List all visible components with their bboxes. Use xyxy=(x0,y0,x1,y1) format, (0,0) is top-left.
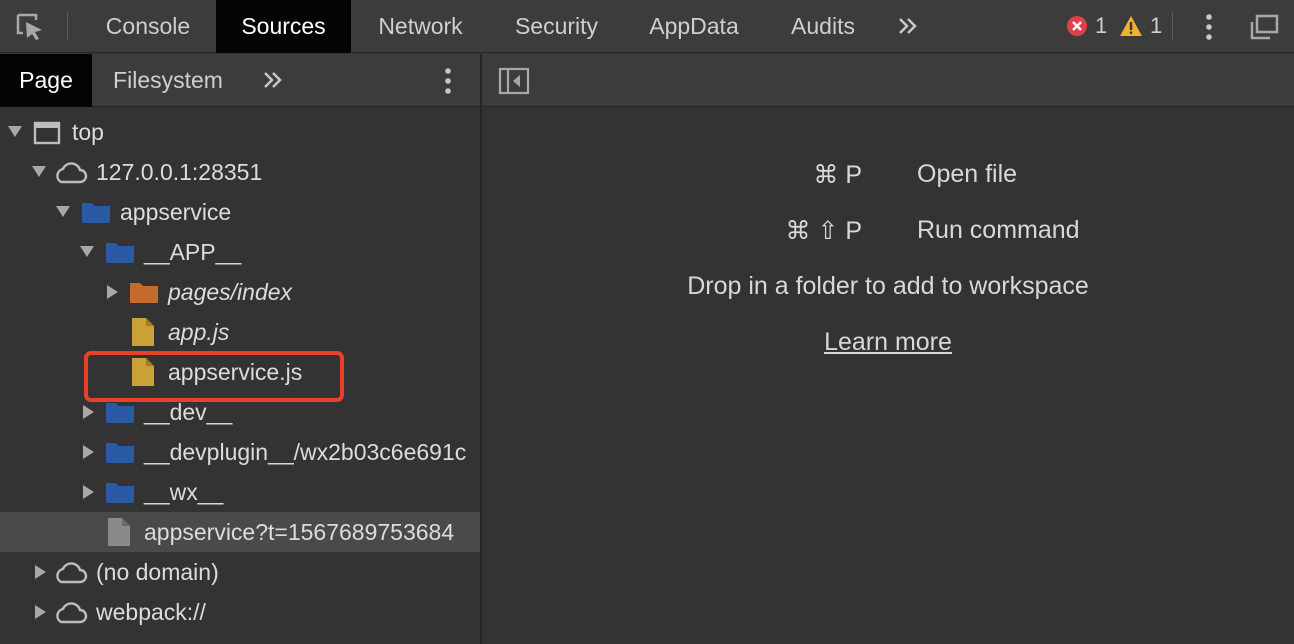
tree-item-label: __dev__ xyxy=(144,399,233,425)
tree-item-domain[interactable]: (no domain) xyxy=(0,552,480,592)
tab-audits[interactable]: Audits xyxy=(765,0,881,53)
vertical-ellipsis-icon xyxy=(1206,14,1212,40)
learn-more-link[interactable]: Learn more xyxy=(824,328,952,356)
tree-item-label: appservice xyxy=(120,199,232,225)
tree-item-folder[interactable]: __APP__ xyxy=(0,232,480,272)
tree-item-folder[interactable]: __devplugin__/wx2b03c6e691c xyxy=(0,432,480,472)
folder-icon xyxy=(106,243,134,263)
tree-item-top[interactable]: top xyxy=(0,112,480,152)
undock-button[interactable] xyxy=(1248,12,1282,42)
tab-sources[interactable]: Sources xyxy=(216,0,351,53)
folder-icon xyxy=(82,203,110,223)
tree-item-label: webpack:// xyxy=(96,599,206,625)
tree-item-host[interactable]: 127.0.0.1:28351 xyxy=(0,152,480,192)
tree-item-folder[interactable]: __wx__ xyxy=(0,472,480,512)
tab-appdata[interactable]: AppData xyxy=(625,0,763,53)
collapse-arrow-icon[interactable] xyxy=(83,485,94,499)
cloud-icon xyxy=(56,602,88,624)
folder-icon xyxy=(106,483,134,503)
tree-item-label: top xyxy=(72,119,104,145)
collapse-arrow-icon[interactable] xyxy=(35,565,46,579)
warning-counter[interactable]: 1 xyxy=(1119,13,1162,39)
inspect-element-button[interactable] xyxy=(14,11,48,41)
file-icon xyxy=(132,318,154,346)
more-navigator-tabs-button[interactable] xyxy=(258,66,288,94)
inspect-element-icon xyxy=(16,13,42,40)
tree-item-label: (no domain) xyxy=(96,559,219,585)
tab-security[interactable]: Security xyxy=(490,0,623,53)
expand-arrow-icon[interactable] xyxy=(8,126,22,137)
undock-window-icon xyxy=(1250,14,1279,40)
frame-icon xyxy=(33,121,61,145)
tree-item-label: app.js xyxy=(168,319,230,345)
error-circle-icon xyxy=(1067,16,1087,36)
tree-item-domain[interactable]: webpack:// xyxy=(0,592,480,632)
folder-icon xyxy=(130,283,158,303)
folder-icon xyxy=(106,403,134,423)
tree-item-folder[interactable]: __dev__ xyxy=(0,392,480,432)
tab-console[interactable]: Console xyxy=(82,0,214,53)
tab-page[interactable]: Page xyxy=(0,54,92,107)
warning-triangle-icon xyxy=(1120,16,1142,36)
learn-more-link-wrapper: Learn more xyxy=(482,328,1294,357)
devtools-toolbar: Console Sources Network Security AppData… xyxy=(0,0,1294,53)
shortcut-keys-run-command: ⌘ ⇧ P xyxy=(785,217,862,245)
shortcut-keys-open-file: ⌘ P xyxy=(813,161,862,189)
drop-folder-hint: Drop in a folder to add to workspace xyxy=(687,272,1089,300)
collapse-arrow-icon[interactable] xyxy=(83,445,94,459)
error-count: 1 xyxy=(1095,13,1108,38)
file-tree: top 127.0.0.1:28351 appservice __APP__ p… xyxy=(0,112,480,644)
collapse-arrow-icon[interactable] xyxy=(35,605,46,619)
tree-item-label: pages/index xyxy=(168,279,293,305)
tree-item-label: __devplugin__/wx2b03c6e691c xyxy=(144,439,467,465)
collapse-arrow-icon[interactable] xyxy=(107,285,118,299)
tree-item-file[interactable]: appservice.js xyxy=(0,352,480,392)
cloud-icon xyxy=(56,162,88,184)
tree-item-label: __APP__ xyxy=(144,239,242,265)
sources-navigator: Page Filesystem top 127.0.0.1:28351 apps… xyxy=(0,54,480,644)
run-command-label: Run command xyxy=(917,216,1080,244)
open-file-label: Open file xyxy=(917,160,1018,188)
sidebar-toggle-icon xyxy=(498,67,530,95)
expand-arrow-icon[interactable] xyxy=(80,246,94,257)
warning-count: 1 xyxy=(1150,13,1163,38)
expand-arrow-icon[interactable] xyxy=(56,206,70,217)
tree-item-label: __wx__ xyxy=(144,479,224,505)
double-chevron-right-icon xyxy=(264,72,282,88)
error-counter[interactable]: 1 xyxy=(1066,13,1107,39)
file-icon xyxy=(108,518,130,546)
navigator-menu-button[interactable] xyxy=(436,64,460,98)
file-icon xyxy=(132,358,154,386)
navigator-tabbar: Page Filesystem xyxy=(0,54,480,107)
customize-devtools-button[interactable] xyxy=(1196,10,1222,44)
collapse-arrow-icon[interactable] xyxy=(83,405,94,419)
tree-item-label: 127.0.0.1:28351 xyxy=(96,159,263,185)
tree-item-file[interactable]: appservice?t=1567689753684 xyxy=(0,512,480,552)
vertical-ellipsis-icon xyxy=(445,68,451,94)
toolbar-divider xyxy=(67,12,68,40)
tab-filesystem[interactable]: Filesystem xyxy=(94,54,242,107)
tree-item-folder[interactable]: pages/index xyxy=(0,272,480,312)
tree-item-file[interactable]: app.js xyxy=(0,312,480,352)
more-tabs-button[interactable] xyxy=(892,12,924,40)
toolbar-divider xyxy=(1172,12,1173,40)
tree-item-folder[interactable]: appservice xyxy=(0,192,480,232)
editor-toolbar xyxy=(482,54,1294,107)
folder-icon xyxy=(106,443,134,463)
toggle-navigator-button[interactable] xyxy=(498,67,530,95)
tree-item-label: appservice?t=1567689753684 xyxy=(144,519,455,545)
double-chevron-right-icon xyxy=(899,18,917,34)
tab-network[interactable]: Network xyxy=(353,0,488,53)
expand-arrow-icon[interactable] xyxy=(32,166,46,177)
editor-panel: ⌘ P Open file ⌘ ⇧ P Run command Drop in … xyxy=(482,54,1294,644)
tree-item-label: appservice.js xyxy=(168,359,303,385)
cloud-icon xyxy=(56,562,88,584)
